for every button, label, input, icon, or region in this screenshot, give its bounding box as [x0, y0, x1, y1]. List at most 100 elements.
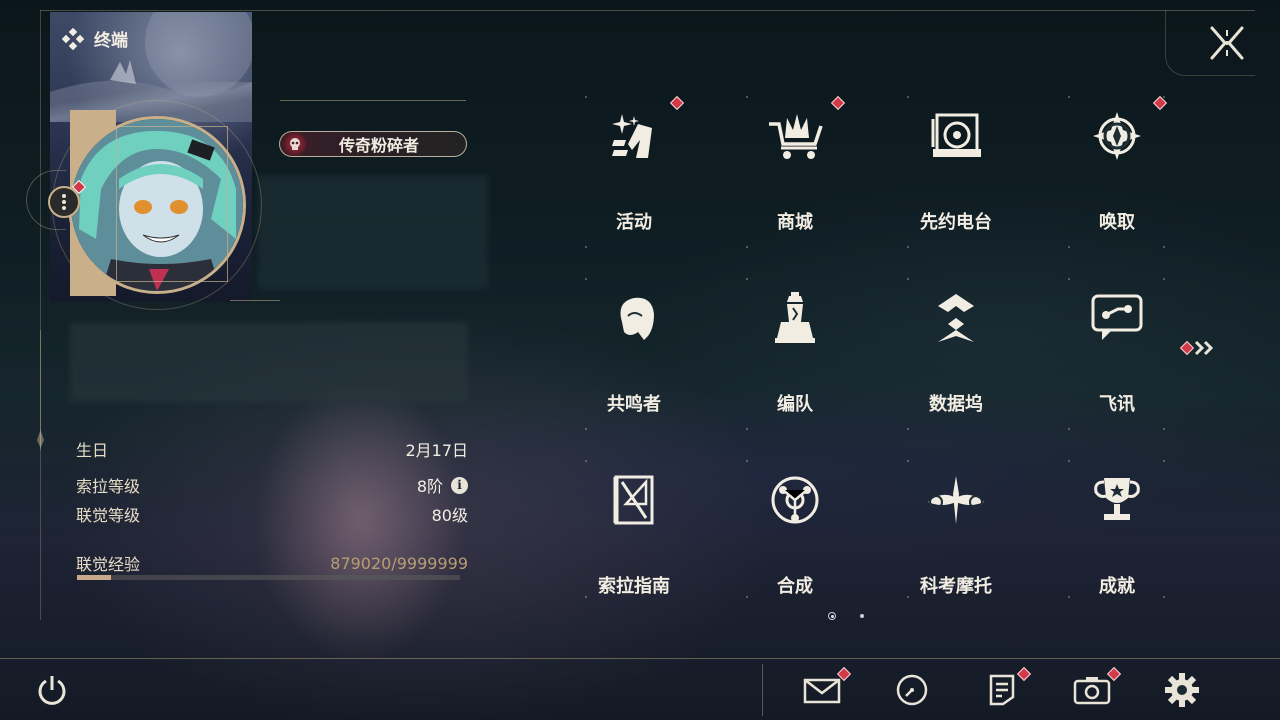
more-vertical-icon: [62, 194, 66, 210]
menu-item-radio[interactable]: 先约电台: [896, 96, 1016, 246]
info-icon[interactable]: i: [451, 476, 468, 494]
close-icon: [1210, 26, 1244, 60]
menu-item-synthesis[interactable]: 合成: [735, 460, 855, 610]
exp-progress-bar: [77, 575, 460, 580]
skull-emblem-icon: [283, 132, 307, 156]
menu-item-chess[interactable]: 编队: [735, 278, 855, 428]
double-chevron-right-icon: [1194, 340, 1214, 356]
next-page-button[interactable]: [1179, 340, 1216, 356]
grid-guide-dot: [1163, 428, 1165, 430]
menu-item-compass-star[interactable]: 唤取: [1057, 95, 1177, 246]
page-dot-active[interactable]: [828, 612, 836, 620]
history-button[interactable]: [892, 670, 932, 710]
grid-guide-dot: [1163, 246, 1165, 248]
character-silhouette-icon: [602, 286, 666, 350]
mail-button[interactable]: [802, 670, 842, 710]
menu-item-label: 合成: [777, 576, 813, 597]
shop-cart-icon: [763, 104, 827, 168]
power-icon: [38, 676, 66, 705]
guide-book-icon: [602, 468, 666, 532]
menu-item-label: 飞讯: [1099, 394, 1135, 415]
signature-redacted: [70, 322, 468, 402]
stat-sol-level: 索拉等级 8阶 i: [76, 473, 468, 497]
stat-label: 联觉等级: [76, 506, 141, 525]
chat-bubble-icon: [1085, 286, 1149, 350]
title-badge-label: 传奇粉碎者: [339, 136, 420, 155]
compass-star-icon: [1085, 104, 1149, 168]
stat-label: 联觉经验: [76, 555, 141, 574]
page-indicator: [828, 612, 864, 620]
gear-icon: [1165, 673, 1199, 707]
frame-top-line: [40, 10, 1255, 11]
menu-item-trophy[interactable]: 成就: [1057, 460, 1177, 610]
sparkle-icon: [602, 104, 666, 168]
page-header: 终端: [62, 26, 128, 51]
grid-guide-dot: [1068, 428, 1070, 430]
title-badge[interactable]: 传奇粉碎者: [279, 131, 467, 157]
grid-guide-dot: [746, 246, 748, 248]
terminal-diamond-icon: [62, 27, 84, 50]
page-title: 终端: [94, 31, 128, 51]
menu-item-character-silhouette[interactable]: 共鸣者: [574, 278, 694, 428]
player-name-redacted: [258, 175, 488, 289]
close-button[interactable]: [1208, 24, 1246, 62]
stat-value: 879020/9999999: [330, 553, 468, 573]
page-dot[interactable]: [860, 614, 864, 618]
clock-icon: [896, 674, 928, 706]
grid-guide-dot: [585, 246, 587, 248]
side-decoration: [37, 330, 44, 450]
data-dock-icon: [924, 286, 988, 350]
exp-progress-fill: [77, 575, 111, 580]
menu-item-label: 索拉指南: [598, 576, 670, 597]
menu-item-label: 共鸣者: [607, 394, 661, 415]
mail-icon: [803, 678, 841, 704]
menu-item-label: 数据坞: [929, 394, 983, 415]
menu-item-data-dock[interactable]: 数据坞: [896, 278, 1016, 428]
avatar-frame-square: [116, 126, 228, 282]
menu-item-label: 科考摩托: [920, 576, 992, 597]
synthesis-icon: [763, 468, 827, 532]
stat-value: 80级: [431, 506, 468, 525]
menu-item-badge: [830, 95, 846, 111]
settings-button[interactable]: [1162, 670, 1202, 710]
menu-item-label: 先约电台: [920, 212, 992, 233]
notice-button[interactable]: [982, 670, 1022, 710]
grid-guide-dot: [907, 428, 909, 430]
profile-divider: [230, 300, 280, 301]
menu-item-badge: [669, 95, 685, 111]
power-button[interactable]: [32, 670, 72, 710]
menu-item-label: 编队: [777, 394, 813, 415]
menu-item-badge: [1152, 95, 1168, 111]
trophy-icon: [1085, 468, 1149, 532]
name-divider: [280, 100, 466, 101]
bottom-bar-divider: [0, 658, 1280, 659]
grid-guide-dot: [585, 428, 587, 430]
motorcycle-icon: [924, 468, 988, 532]
menu-item-label: 活动: [616, 212, 652, 233]
next-page-badge: [1179, 340, 1195, 356]
menu-item-label: 商城: [777, 212, 813, 233]
menu-item-label: 唤取: [1099, 212, 1135, 233]
grid-guide-dot: [1068, 246, 1070, 248]
menu-item-chat-bubble[interactable]: 飞讯: [1057, 278, 1177, 428]
radio-icon: [924, 104, 988, 168]
menu-item-label: 成就: [1099, 576, 1135, 597]
camera-icon: [1073, 677, 1111, 705]
stat-union-level: 联觉等级 80级: [76, 502, 468, 526]
stat-label: 生日: [76, 441, 109, 460]
stat-value: 8阶 i: [417, 473, 468, 497]
camera-button[interactable]: [1072, 670, 1112, 710]
menu-item-guide-book[interactable]: 索拉指南: [574, 460, 694, 610]
menu-item-shop-cart[interactable]: 商城: [735, 95, 855, 246]
stat-value: 2月17日: [405, 441, 468, 460]
stat-value-text: 8阶: [416, 477, 443, 496]
stat-union-exp: 联觉经验 879020/9999999: [76, 551, 468, 575]
grid-guide-dot: [746, 428, 748, 430]
menu-item-motorcycle[interactable]: 科考摩托: [896, 460, 1016, 610]
grid-guide-dot: [907, 246, 909, 248]
menu-item-sparkle[interactable]: 活动: [574, 95, 694, 246]
bottom-bar-separator: [762, 664, 763, 716]
stat-birthday: 生日 2月17日: [76, 437, 468, 461]
stat-label: 索拉等级: [76, 477, 141, 496]
chess-icon: [763, 286, 827, 350]
